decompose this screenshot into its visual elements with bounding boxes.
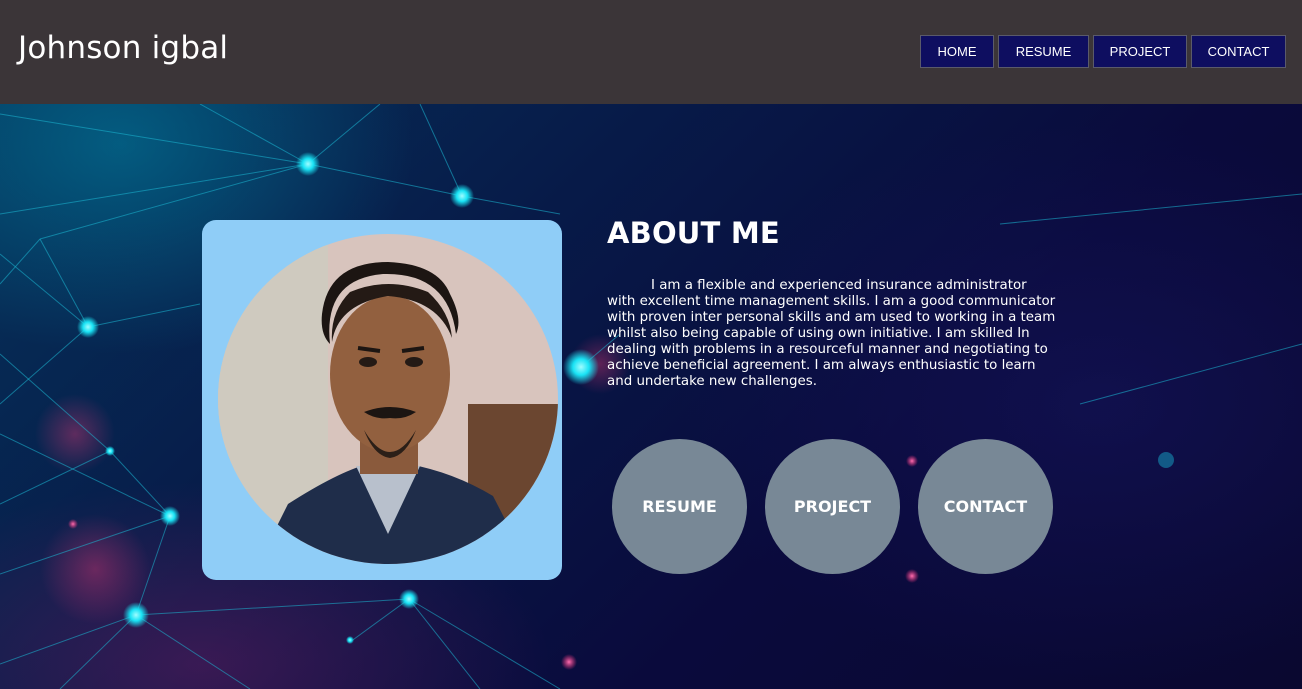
nav-resume-button[interactable]: RESUME — [998, 35, 1089, 68]
nav-home-button[interactable]: HOME — [920, 35, 994, 68]
site-brand[interactable]: Johnson igbal — [18, 30, 228, 66]
about-title: ABOUT ME — [607, 216, 780, 250]
site-header: Johnson igbal HOME RESUME PROJECT CONTAC… — [0, 0, 1302, 104]
main-nav: HOME RESUME PROJECT CONTACT — [920, 35, 1286, 68]
nav-contact-button[interactable]: CONTACT — [1191, 35, 1286, 68]
contact-circle-button[interactable]: CONTACT — [918, 439, 1053, 574]
resume-circle-button[interactable]: RESUME — [612, 439, 747, 574]
nav-project-button[interactable]: PROJECT — [1093, 35, 1187, 68]
about-text: I am a flexible and experienced insuranc… — [607, 278, 1056, 389]
project-circle-button[interactable]: PROJECT — [765, 439, 900, 574]
profile-photo — [218, 234, 558, 564]
profile-photo-card — [202, 220, 562, 580]
hero-section: ABOUT ME I am a flexible and experienced… — [0, 104, 1302, 689]
network-background — [0, 104, 1302, 689]
